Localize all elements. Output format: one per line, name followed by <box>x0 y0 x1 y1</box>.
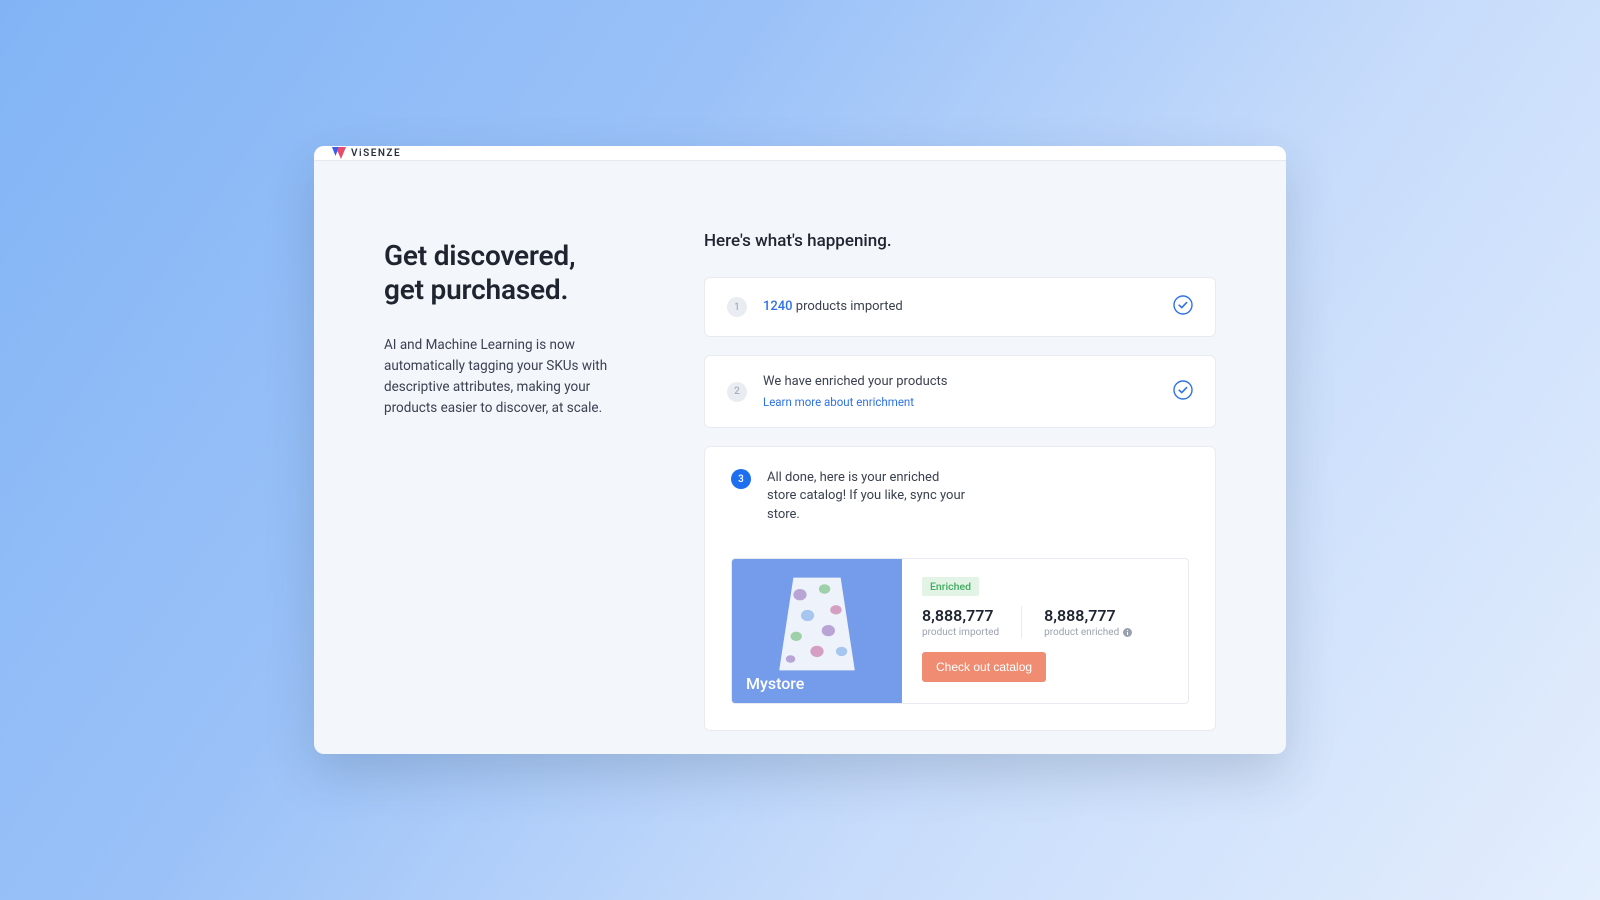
activity-title: Here's what's happening. <box>704 231 1216 251</box>
topbar: ViSENZE <box>314 146 1286 161</box>
app-window: ViSENZE Get discovered, get purchased. A… <box>314 146 1286 754</box>
hero-panel: Get discovered, get purchased. AI and Ma… <box>384 231 644 749</box>
store-thumbnail: Mystore <box>732 559 902 703</box>
status-badge: Enriched <box>922 577 979 596</box>
store-card: Mystore Enriched 8,888,777 product impor… <box>731 558 1189 704</box>
imported-count: 1240 <box>763 299 793 314</box>
check-circle-icon <box>1173 380 1193 404</box>
step-text: 1240 products imported <box>763 298 1157 316</box>
check-circle-icon <box>1173 295 1193 319</box>
step-number-badge: 3 <box>731 469 751 489</box>
product-image-icon <box>768 572 866 676</box>
activity-panel: Here's what's happening. 1 1240 products… <box>704 231 1216 749</box>
brand-logo-mark <box>332 146 346 160</box>
stat-label: product imported <box>922 627 999 638</box>
hero-headline: Get discovered, get purchased. <box>384 239 644 307</box>
step-body: We have enriched your products Learn mor… <box>763 373 1157 410</box>
step-card-1: 1 1240 products imported <box>704 277 1216 337</box>
info-icon[interactable] <box>1123 628 1132 637</box>
stat-value: 8,888,777 <box>922 606 999 625</box>
store-name: Mystore <box>746 674 804 693</box>
stat-imported: 8,888,777 product imported <box>922 606 1021 638</box>
step-body: All done, here is your enriched store ca… <box>767 469 1189 524</box>
stat-label: product enriched <box>1044 627 1132 638</box>
step-number-badge: 1 <box>727 297 747 317</box>
learn-more-link[interactable]: Learn more about enrichment <box>763 395 914 409</box>
brand-logo-text: ViSENZE <box>351 148 401 159</box>
step-number-badge: 2 <box>727 382 747 402</box>
store-info: Enriched 8,888,777 product imported 8,88… <box>902 559 1188 703</box>
stat-value: 8,888,777 <box>1044 606 1132 625</box>
brand-logo[interactable]: ViSENZE <box>332 146 401 160</box>
step-card-3: 3 All done, here is your enriched store … <box>704 446 1216 731</box>
step-3-header: 3 All done, here is your enriched store … <box>731 469 1189 524</box>
step-card-2: 2 We have enriched your products Learn m… <box>704 355 1216 428</box>
imported-suffix: products imported <box>793 299 903 314</box>
step-text: We have enriched your products <box>763 373 1157 391</box>
step-body: 1240 products imported <box>763 298 1157 316</box>
step-text: All done, here is your enriched store ca… <box>767 469 967 524</box>
hero-subtext: AI and Machine Learning is now automatic… <box>384 335 644 419</box>
main-content: Get discovered, get purchased. AI and Ma… <box>314 161 1286 754</box>
stat-enriched: 8,888,777 product enriched <box>1021 606 1154 638</box>
stats-row: 8,888,777 product imported 8,888,777 pro… <box>922 606 1168 638</box>
check-out-catalog-button[interactable]: Check out catalog <box>922 652 1046 682</box>
